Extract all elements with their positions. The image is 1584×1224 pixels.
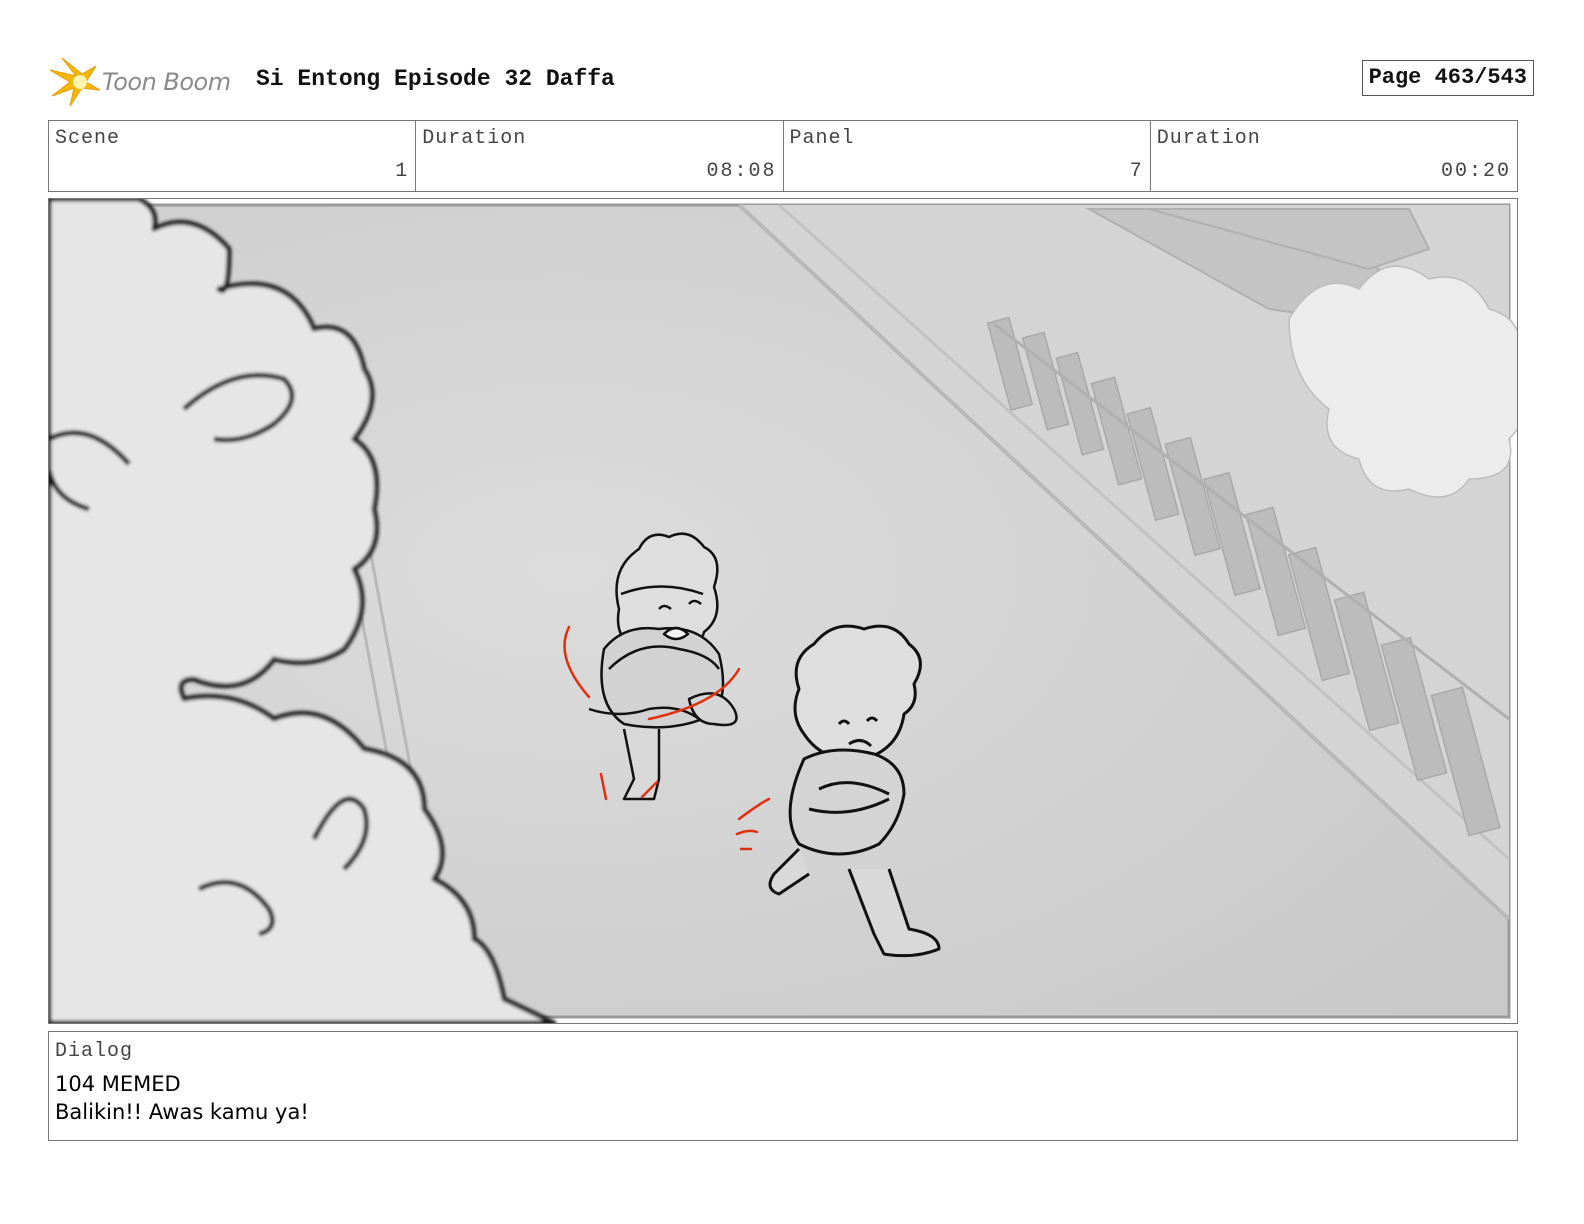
panel-info-row: Scene 1 Duration 08:08 Panel 7 Duration … xyxy=(48,120,1518,192)
panel-cell: Panel 7 xyxy=(784,121,1151,191)
dialog-box: Dialog 104 MEMED Balikin!! Awas kamu ya! xyxy=(48,1031,1518,1141)
scene-duration-value: 08:08 xyxy=(706,160,777,183)
dialog-line: Balikin!! Awas kamu ya! xyxy=(55,1100,309,1124)
dialog-label: Dialog xyxy=(55,1040,134,1063)
panel-sketch xyxy=(49,199,1517,1023)
panel-label: Panel xyxy=(789,127,855,150)
panel-duration-value: 00:20 xyxy=(1440,160,1511,183)
panel-duration-cell: Duration 00:20 xyxy=(1151,121,1517,191)
scene-cell: Scene 1 xyxy=(49,121,417,191)
page-number: Page 463/543 xyxy=(1361,60,1534,96)
scene-duration-label: Duration xyxy=(422,127,527,150)
document-title: Si Entong Episode 32 Daffa xyxy=(256,66,615,92)
storyboard-panel xyxy=(48,198,1518,1024)
scene-label: Scene xyxy=(55,127,121,150)
starburst-icon xyxy=(50,57,101,107)
dialog-line: 104 MEMED xyxy=(55,1072,181,1096)
toon-boom-logo: Toon Boom xyxy=(50,56,240,108)
panel-duration-label: Duration xyxy=(1156,127,1261,150)
logo-text: Toon Boom xyxy=(102,68,231,96)
scene-duration-cell: Duration 08:08 xyxy=(416,121,784,191)
storyboard-header: Toon Boom Si Entong Episode 32 Daffa Pag… xyxy=(50,52,1534,108)
panel-value: 7 xyxy=(1129,160,1144,183)
scene-value: 1 xyxy=(395,160,410,183)
